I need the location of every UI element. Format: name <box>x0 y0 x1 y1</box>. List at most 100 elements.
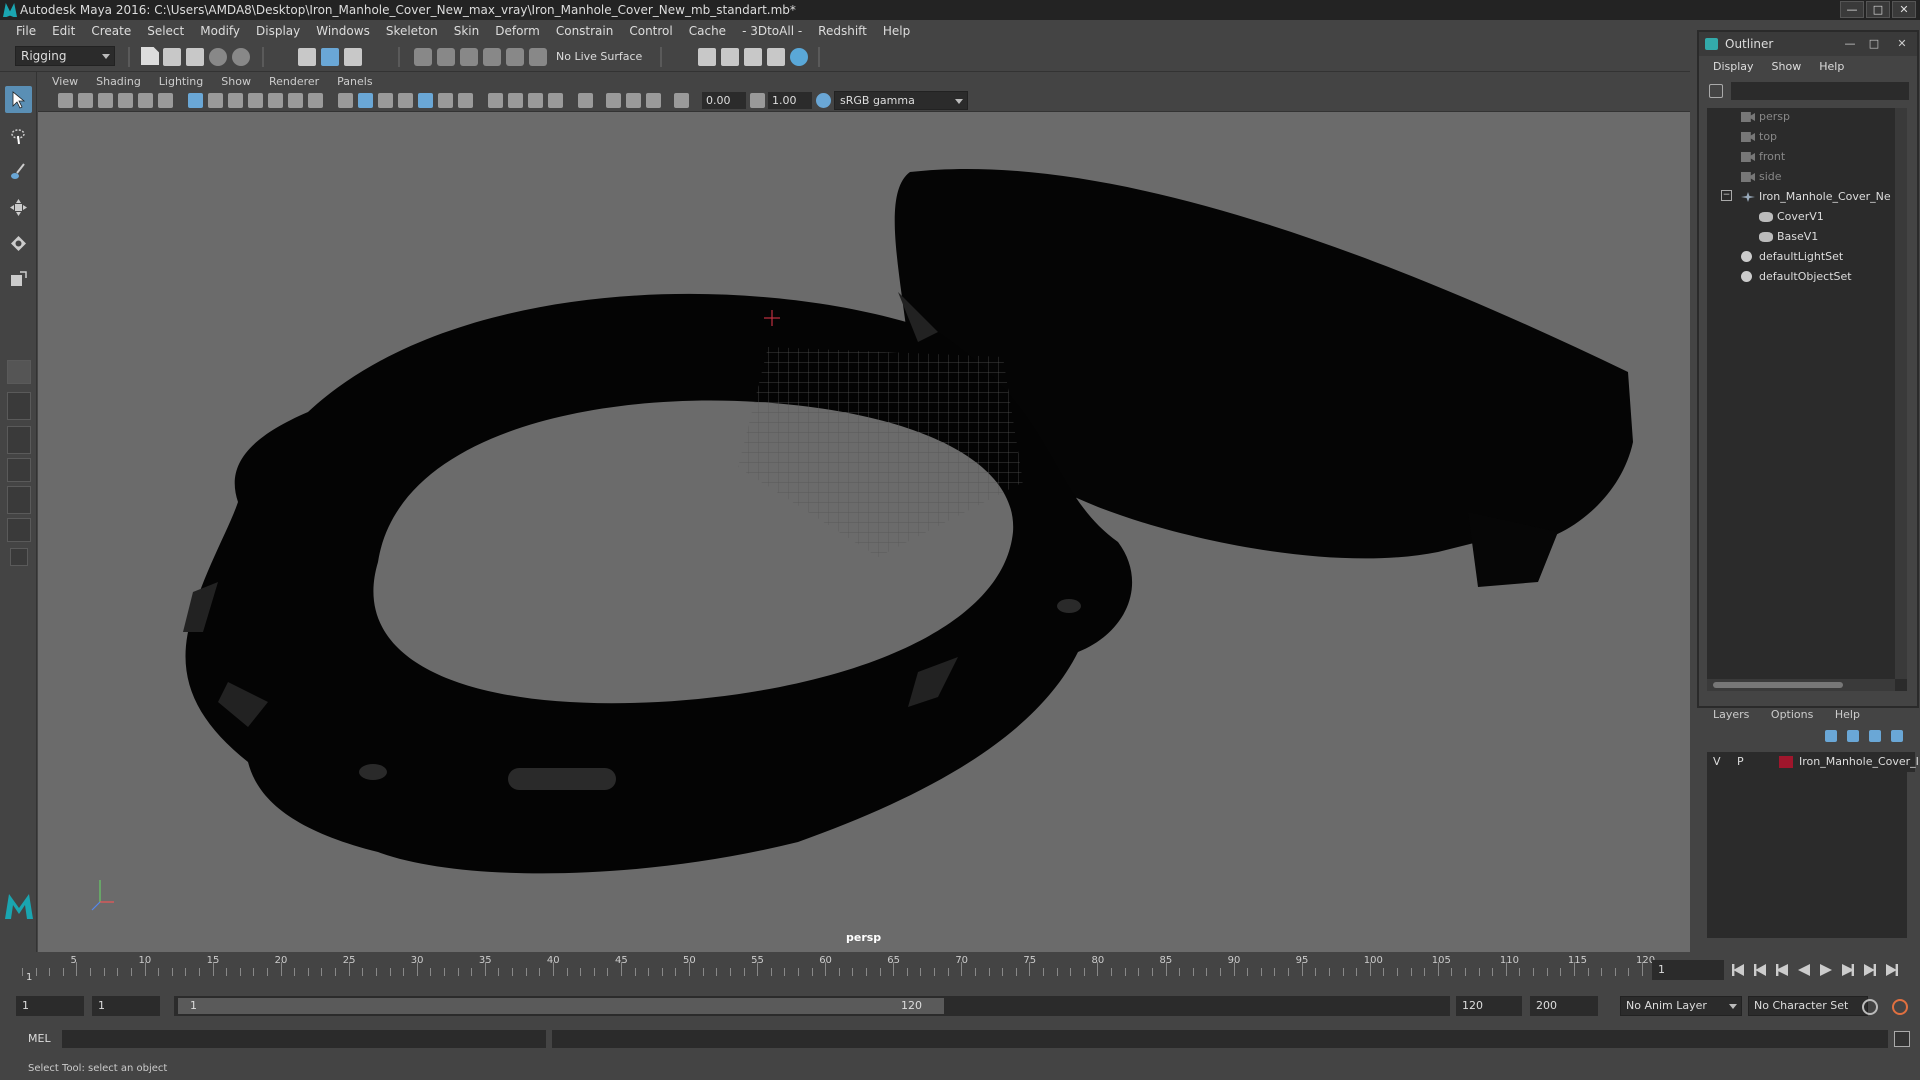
select-hierarchy-icon[interactable] <box>298 48 316 66</box>
layer-menu-help[interactable]: Help <box>1835 708 1860 721</box>
step-forward-frame-icon[interactable] <box>1864 964 1876 976</box>
play-backwards-icon[interactable] <box>1798 964 1810 976</box>
shadows-icon[interactable] <box>488 93 503 108</box>
layer-visibility-toggle[interactable]: V <box>1713 752 1721 772</box>
layer-color-swatch[interactable] <box>1779 756 1793 768</box>
outliner-maximize-button[interactable]: □ <box>1865 36 1883 52</box>
outliner-horizontal-scrollbar[interactable] <box>1707 679 1895 691</box>
menu-help[interactable]: Help <box>875 24 918 38</box>
move-layer-down-icon[interactable] <box>1847 730 1859 742</box>
collapse-toggle[interactable]: − <box>1721 190 1732 201</box>
hypershade-layout-button[interactable] <box>7 486 31 514</box>
outliner-item-persp[interactable]: persp <box>1741 108 1790 126</box>
safe-title-icon[interactable] <box>308 93 323 108</box>
new-scene-icon[interactable] <box>141 47 159 65</box>
gamma-field[interactable]: 1.00 <box>768 92 812 109</box>
render-frame-icon[interactable] <box>721 48 739 66</box>
go-to-start-icon[interactable] <box>1732 964 1744 976</box>
menu-windows[interactable]: Windows <box>308 24 378 38</box>
playback-start-field[interactable]: 1 <box>92 996 160 1016</box>
snap-point-icon[interactable] <box>460 48 478 66</box>
viewport-menu-view[interactable]: View <box>52 75 78 88</box>
save-scene-icon[interactable] <box>186 48 204 66</box>
animation-end-field[interactable]: 200 <box>1530 996 1598 1016</box>
animation-start-field[interactable]: 1 <box>16 996 84 1016</box>
select-tool-button[interactable] <box>5 86 32 113</box>
layer-menu-layers[interactable]: Layers <box>1713 708 1749 721</box>
outliner-item-front[interactable]: front <box>1741 148 1785 166</box>
outliner-item-basev1[interactable]: BaseV1 <box>1759 228 1818 246</box>
undo-icon[interactable] <box>209 48 227 66</box>
color-management-icon[interactable] <box>816 93 831 108</box>
view-transform-icon[interactable] <box>138 93 153 108</box>
outliner-item-side[interactable]: side <box>1741 168 1782 186</box>
isolate-select-icon[interactable] <box>578 93 593 108</box>
snap-view-plane-icon[interactable] <box>483 48 501 66</box>
field-chart-icon[interactable] <box>268 93 283 108</box>
outliner-menu-display[interactable]: Display <box>1713 60 1754 78</box>
open-scene-icon[interactable] <box>163 48 181 66</box>
select-object-icon[interactable] <box>321 48 339 66</box>
texture-space-icon[interactable] <box>646 93 661 108</box>
outliner-item-coverv1[interactable]: CoverV1 <box>1759 208 1824 226</box>
outliner-menu-show[interactable]: Show <box>1772 60 1802 78</box>
menu-modify[interactable]: Modify <box>192 24 248 38</box>
ambient-occlusion-icon[interactable] <box>508 93 523 108</box>
range-slider-track[interactable]: 1 120 <box>174 996 1450 1016</box>
current-frame-field[interactable]: 1 <box>1652 960 1724 980</box>
new-empty-layer-icon[interactable] <box>1869 730 1881 742</box>
hypershade-icon[interactable] <box>790 48 808 66</box>
move-layer-up-icon[interactable] <box>1825 730 1837 742</box>
gate-mask-icon[interactable] <box>248 93 263 108</box>
layer-row[interactable]: V P Iron_Manhole_Cover_I <box>1707 752 1919 772</box>
safe-action-icon[interactable] <box>288 93 303 108</box>
outliner-persp-graph-layout-button[interactable] <box>7 518 31 542</box>
menu-3dtoall[interactable]: - 3DtoAll - <box>734 24 810 38</box>
select-component-icon[interactable] <box>344 48 362 66</box>
outliner-vertical-scrollbar[interactable] <box>1895 108 1907 679</box>
script-editor-icon[interactable] <box>1894 1031 1910 1047</box>
live-surface-field[interactable]: No Live Surface <box>556 50 642 63</box>
key-icon[interactable] <box>1862 999 1878 1015</box>
textured-icon[interactable] <box>438 93 453 108</box>
outliner-menu-help[interactable]: Help <box>1819 60 1844 78</box>
resolution-gate-icon[interactable] <box>228 93 243 108</box>
exposure-field[interactable]: 0.00 <box>702 92 746 109</box>
ipr-render-icon[interactable] <box>744 48 762 66</box>
scrollbar-thumb[interactable] <box>1713 682 1843 688</box>
new-layer-from-selection-icon[interactable] <box>1891 730 1903 742</box>
command-language-label[interactable]: MEL <box>28 1032 51 1045</box>
layer-name[interactable]: Iron_Manhole_Cover_I <box>1799 752 1919 772</box>
outliner-item-defaultobjectset[interactable]: defaultObjectSet <box>1741 268 1852 286</box>
lasso-tool-button[interactable] <box>5 122 32 149</box>
menu-skeleton[interactable]: Skeleton <box>378 24 446 38</box>
snap-grid-icon[interactable] <box>414 48 432 66</box>
render-settings-icon[interactable] <box>767 48 785 66</box>
exposure-icon[interactable] <box>674 93 689 108</box>
menu-control[interactable]: Control <box>621 24 680 38</box>
outliner-item-top[interactable]: top <box>1741 128 1777 146</box>
viewport-menu-shading[interactable]: Shading <box>96 75 141 88</box>
camera-attributes-icon[interactable] <box>78 93 93 108</box>
maximize-button[interactable]: □ <box>1866 1 1890 18</box>
outliner-minimize-button[interactable]: — <box>1841 36 1859 52</box>
use-all-lights-icon[interactable] <box>458 93 473 108</box>
wireframe-on-shaded-icon[interactable] <box>398 93 413 108</box>
snap-curve-icon[interactable] <box>437 48 455 66</box>
snap-live-icon[interactable] <box>506 48 524 66</box>
use-default-material-icon[interactable] <box>378 93 393 108</box>
character-set-dropdown[interactable]: No Character Set <box>1748 996 1868 1016</box>
auto-key-icon[interactable] <box>1892 999 1908 1015</box>
smooth-shade-icon[interactable] <box>358 93 373 108</box>
gamma-icon[interactable] <box>750 93 765 108</box>
menu-edit[interactable]: Edit <box>44 24 83 38</box>
move-tool-button[interactable] <box>5 194 32 221</box>
menu-set-dropdown[interactable]: Rigging <box>15 46 115 66</box>
menu-redshift[interactable]: Redshift <box>810 24 875 38</box>
timeline-ruler[interactable]: 5 10 15 20 25 30 35 40 45 50 55 60 65 70 75 80 85 90 95 100… <box>22 952 1655 988</box>
menu-create[interactable]: Create <box>83 24 139 38</box>
xray-icon[interactable] <box>418 93 433 108</box>
anim-layer-dropdown[interactable]: No Anim Layer <box>1620 996 1742 1016</box>
snap-together-icon[interactable] <box>529 48 547 66</box>
perspective-viewport[interactable]: persp <box>38 112 1690 952</box>
